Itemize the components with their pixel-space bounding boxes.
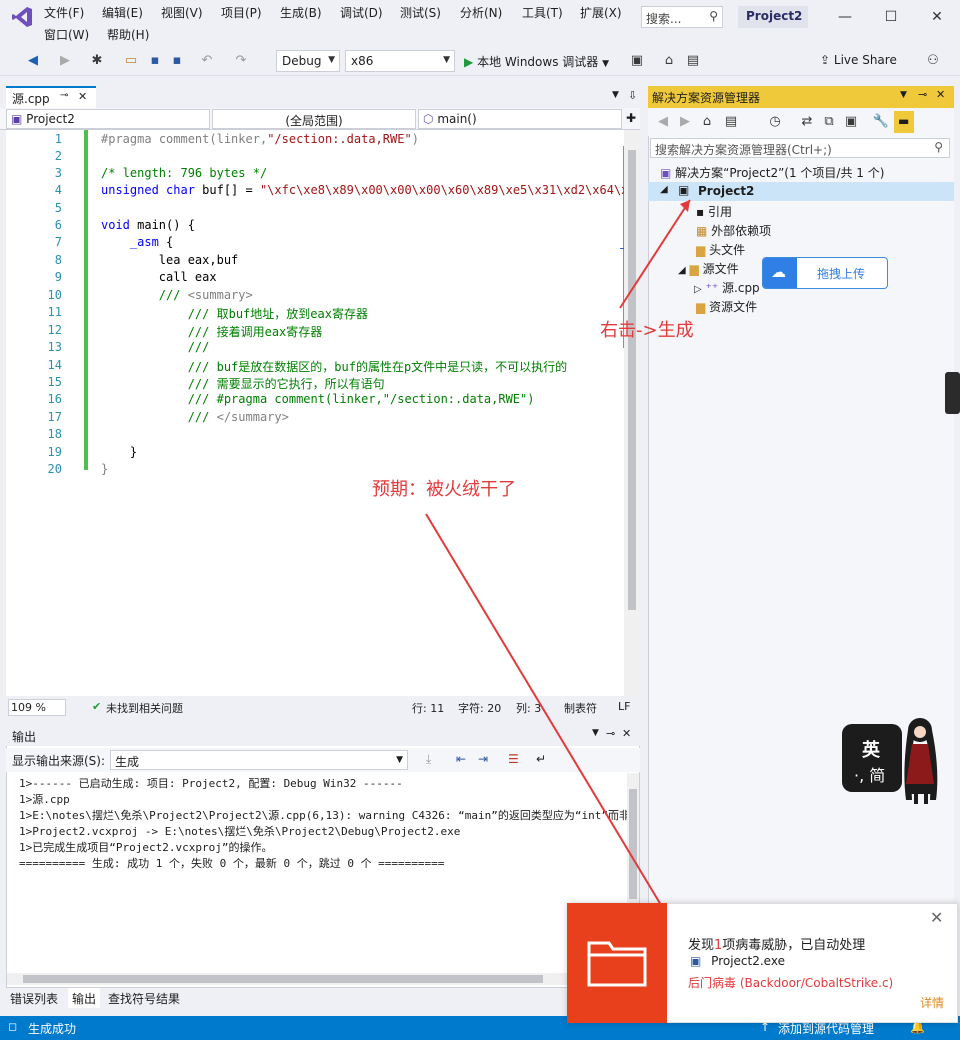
arrow-to-project bbox=[619, 199, 691, 309]
annotation-arrows bbox=[425, 199, 691, 940]
av-brand-block bbox=[567, 903, 667, 1023]
ime-variant-label: ·, 简 bbox=[854, 766, 886, 785]
folder-icon bbox=[587, 941, 647, 987]
close-icon[interactable]: ✕ bbox=[930, 908, 943, 927]
arrow-to-popup bbox=[425, 513, 677, 931]
side-widget[interactable] bbox=[945, 372, 960, 414]
annotation-expected: 预期：被火绒干了 bbox=[372, 479, 516, 500]
ime-mascot[interactable]: 英 ·, 简 bbox=[842, 724, 902, 792]
exe-file-icon: ▣ bbox=[690, 954, 702, 968]
mascot-figure bbox=[898, 710, 944, 806]
av-title-suffix: 项病毒威胁，已自动处理 bbox=[722, 938, 866, 953]
av-title: 发现1项病毒威胁，已自动处理 bbox=[688, 934, 865, 953]
av-title-prefix: 发现 bbox=[688, 938, 715, 953]
av-details-link[interactable]: 详情 bbox=[920, 994, 944, 1011]
status-text: 生成成功 bbox=[28, 1022, 77, 1036]
annotation-right-click: 右击->生成 bbox=[600, 320, 694, 341]
av-threat-name: 后门病毒 (Backdoor/CobaltStrike.c) bbox=[688, 976, 894, 990]
ime-mode-label: 英 bbox=[862, 740, 880, 761]
av-file-name: Project2.exe bbox=[711, 954, 785, 968]
av-file-row: ▣ Project2.exe bbox=[690, 954, 785, 968]
arrowhead bbox=[680, 200, 690, 212]
status-build-icon: ◻ bbox=[8, 1020, 18, 1033]
